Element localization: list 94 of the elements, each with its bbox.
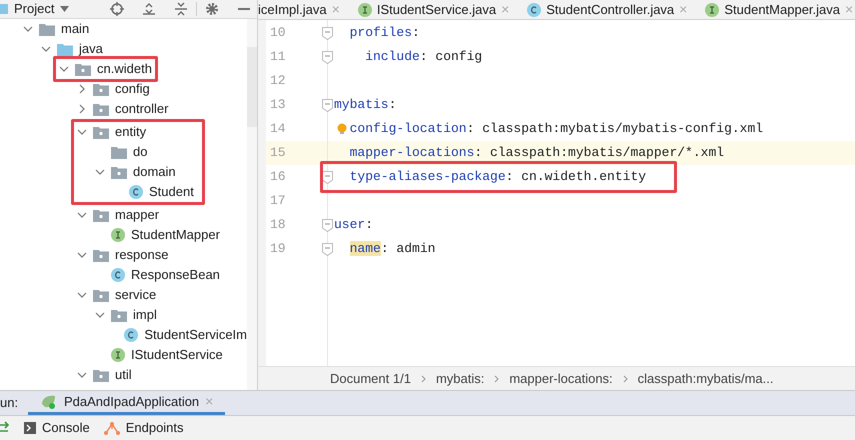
editor-tab[interactable]: iceImpl.java × bbox=[258, 0, 342, 19]
tree-item[interactable]: controller bbox=[115, 99, 168, 119]
editor-tab[interactable]: StudentController.java × bbox=[525, 0, 690, 19]
class-icon bbox=[124, 328, 138, 342]
package-folder-icon bbox=[75, 62, 91, 76]
class-icon bbox=[111, 268, 125, 282]
package-folder-icon bbox=[93, 82, 109, 96]
folder-icon bbox=[111, 146, 127, 158]
tree-item[interactable]: entity bbox=[115, 122, 146, 142]
tree-item[interactable]: cn.wideth bbox=[97, 59, 152, 79]
line-number: 15 bbox=[270, 144, 286, 162]
panel-title[interactable]: Project bbox=[14, 0, 54, 19]
tree-item[interactable]: do bbox=[133, 142, 148, 162]
package-folder-icon bbox=[93, 102, 109, 116]
class-icon bbox=[527, 2, 542, 16]
bulb-icon[interactable] bbox=[337, 123, 347, 135]
interface-icon bbox=[111, 348, 125, 362]
class-icon bbox=[129, 185, 143, 199]
fold-marker-icon[interactable] bbox=[322, 218, 333, 232]
package-folder-icon bbox=[93, 126, 109, 138]
collapse-all-icon[interactable] bbox=[174, 2, 188, 16]
tree-item[interactable]: Student bbox=[149, 182, 194, 202]
tree-item[interactable]: service bbox=[115, 285, 156, 305]
line-number: 13 bbox=[270, 96, 286, 114]
line-number: 19 bbox=[270, 240, 286, 258]
interface-icon bbox=[111, 228, 125, 242]
chevron-down-icon[interactable] bbox=[95, 167, 105, 177]
folder-icon bbox=[57, 42, 73, 56]
code-line: mybatis: bbox=[334, 96, 396, 114]
run-label: un: bbox=[0, 394, 20, 412]
line-number: 18 bbox=[270, 216, 286, 234]
tree-item[interactable]: domain bbox=[133, 162, 176, 182]
endpoints-icon bbox=[104, 421, 120, 435]
editor-tab[interactable]: StudentMapper.java × bbox=[703, 0, 855, 19]
tree-item[interactable]: impl bbox=[133, 305, 157, 325]
chevron-down-icon[interactable] bbox=[77, 210, 87, 220]
line-number: 12 bbox=[270, 72, 286, 90]
tool-tab[interactable]: Endpoints bbox=[104, 418, 184, 438]
package-folder-icon bbox=[111, 166, 127, 178]
tree-item[interactable]: main bbox=[61, 19, 90, 39]
line-number: 17 bbox=[270, 192, 286, 210]
breadcrumb[interactable]: mybatis: bbox=[436, 368, 484, 388]
line-number: 14 bbox=[270, 120, 286, 138]
code-line: user: bbox=[334, 216, 374, 234]
fold-marker-icon[interactable] bbox=[322, 50, 333, 64]
package-folder-icon bbox=[93, 208, 109, 222]
code-line: config-location: classpath:mybatis/mybatis-config.xml bbox=[350, 120, 764, 138]
code-line: mapper-locations: classpath:mybatis/mapper/*.xml bbox=[350, 144, 724, 162]
tree-item[interactable]: StudentServiceIm bbox=[144, 325, 247, 345]
expand-all-icon[interactable] bbox=[142, 2, 156, 16]
tool-tab[interactable]: Console bbox=[24, 418, 90, 438]
tree-item[interactable]: mapper bbox=[115, 205, 160, 225]
package-folder-icon bbox=[93, 368, 109, 382]
tree-item[interactable]: java bbox=[79, 39, 103, 59]
breadcrumb[interactable]: classpath:mybatis/ma... bbox=[638, 368, 774, 388]
fold-marker-icon[interactable] bbox=[322, 98, 333, 112]
line-number: 11 bbox=[270, 48, 286, 66]
code-line: name: admin bbox=[350, 240, 436, 258]
chevron-down-icon[interactable] bbox=[77, 127, 87, 137]
dropdown-caret-icon[interactable] bbox=[60, 6, 70, 12]
line-number: 10 bbox=[270, 24, 286, 42]
chevron-down-icon[interactable] bbox=[77, 370, 87, 380]
package-folder-icon bbox=[93, 248, 109, 262]
tree-item[interactable]: util bbox=[115, 365, 132, 385]
folder-icon bbox=[39, 22, 55, 36]
tree-item[interactable]: response bbox=[115, 245, 168, 265]
fold-marker-icon[interactable] bbox=[322, 26, 333, 40]
rerun-icon[interactable] bbox=[0, 421, 10, 435]
interface-icon bbox=[358, 2, 372, 16]
scrollbar-thumb[interactable] bbox=[247, 47, 257, 127]
tree-item[interactable]: config bbox=[115, 79, 150, 99]
line-number: 16 bbox=[270, 168, 286, 186]
editor-tab[interactable]: IStudentService.java × bbox=[356, 0, 512, 19]
console-icon bbox=[24, 422, 36, 434]
tree-item[interactable]: StudentMapper bbox=[131, 225, 220, 245]
interface-icon bbox=[705, 2, 720, 16]
chevron-down-icon[interactable] bbox=[77, 250, 87, 260]
code-line: include: config bbox=[365, 48, 482, 66]
chevron-right-icon bbox=[622, 374, 628, 382]
settings-icon[interactable] bbox=[205, 2, 219, 16]
fold-marker-icon[interactable] bbox=[322, 170, 333, 184]
code-line: type-aliases-package: cn.wideth.entity bbox=[350, 168, 646, 186]
package-folder-icon bbox=[111, 308, 127, 322]
fold-marker-icon[interactable] bbox=[322, 242, 333, 256]
target-icon[interactable] bbox=[110, 2, 124, 16]
spring-app-icon bbox=[40, 394, 58, 410]
package-folder-icon bbox=[93, 288, 109, 302]
chevron-right-icon bbox=[420, 374, 426, 382]
code-line: profiles: bbox=[350, 24, 420, 42]
tree-item[interactable]: IStudentService bbox=[131, 345, 223, 365]
chevron-right-icon bbox=[494, 374, 500, 382]
tree-item[interactable]: ResponseBean bbox=[131, 265, 220, 285]
breadcrumb[interactable]: Document 1/1 bbox=[330, 368, 411, 388]
breadcrumb[interactable]: mapper-locations: bbox=[509, 368, 613, 388]
